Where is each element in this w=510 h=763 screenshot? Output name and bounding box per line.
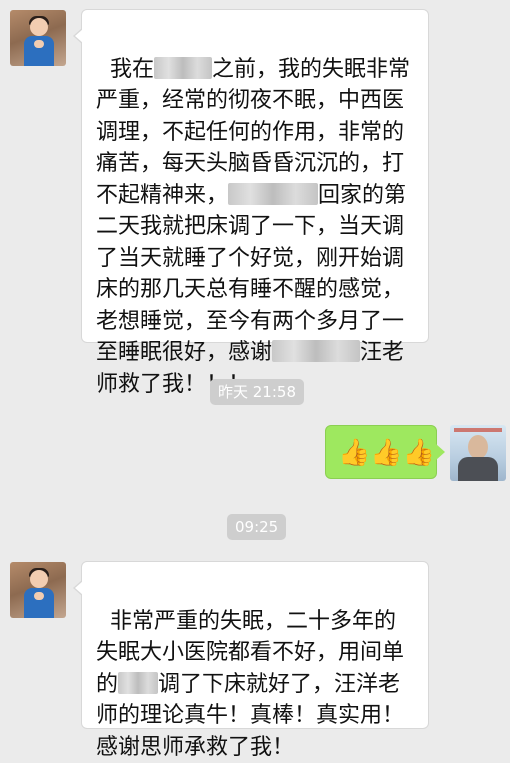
contact-avatar[interactable] xyxy=(10,10,66,66)
contact-avatar[interactable] xyxy=(10,562,66,618)
timestamp: 昨天 21:58 xyxy=(210,379,304,405)
message-text: 我在 xyxy=(110,56,155,82)
redacted-text xyxy=(154,56,213,79)
my-avatar[interactable] xyxy=(450,425,506,481)
redacted-text xyxy=(272,340,361,362)
timestamp: 09:25 xyxy=(227,514,287,540)
message-bubble[interactable]: 我在 之前，我的失眠非常严重，经常的彻夜不眠，中西医调理，不起任何的作用，非常的痛… xyxy=(73,9,429,397)
redacted-text xyxy=(228,182,319,205)
redacted-text xyxy=(118,671,159,694)
thumbs-up-icon: 👍👍👍 xyxy=(338,438,436,468)
sent-message-bubble[interactable]: 👍👍👍 xyxy=(325,425,445,479)
message-text: 回家的第二天我就把床调了一下，当天调了当天就睡了个好觉，刚开始调床的那几天总有睡… xyxy=(96,182,407,366)
message-bubble[interactable]: 非常严重的失眠，二十多年的失眠大小医院都看不好，用间单的 调了下床就好了，汪洋老师… xyxy=(73,561,429,760)
